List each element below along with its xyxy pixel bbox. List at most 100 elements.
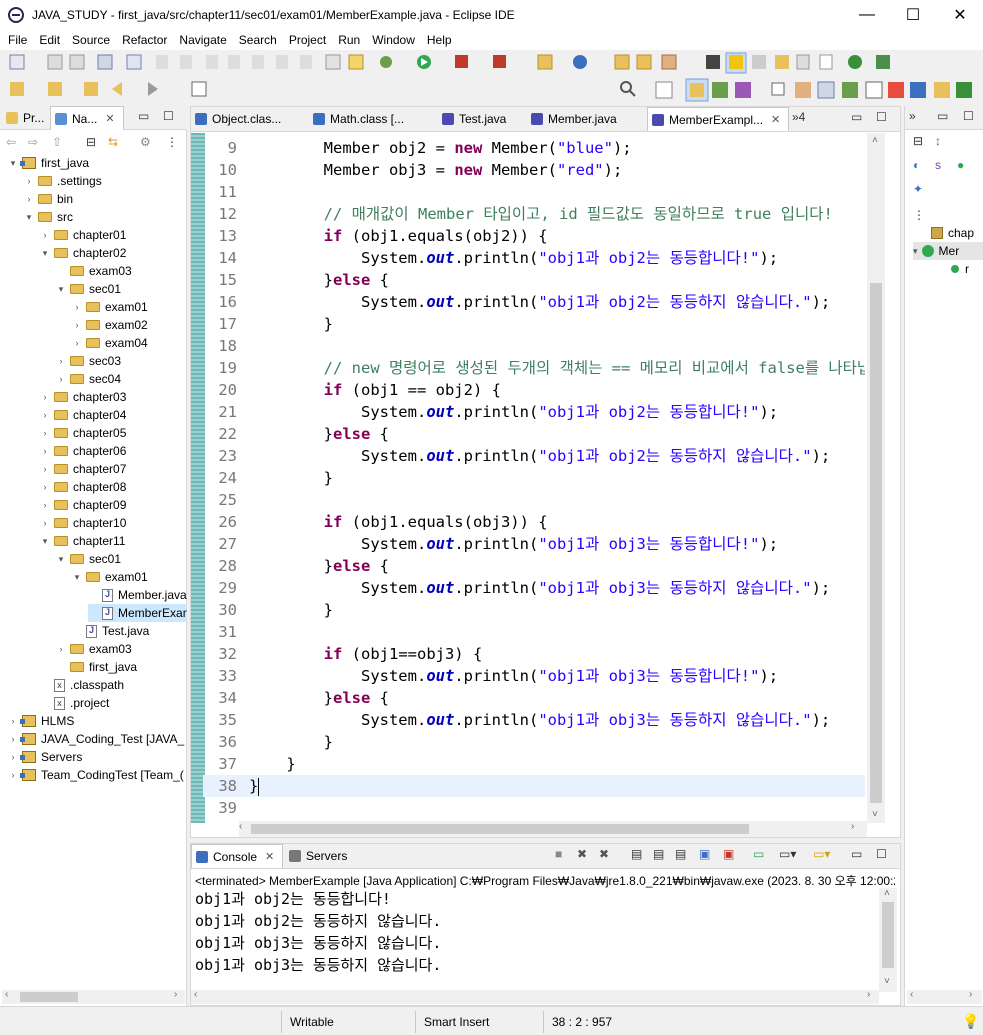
expand-toggle-icon[interactable]: › [56,374,66,384]
tree-item[interactable]: ▾ chapter11 [40,532,126,550]
tree-item[interactable]: Test.java [72,622,149,640]
tree-item[interactable]: › chapter08 [40,478,127,496]
maximize-button[interactable]: ☐ [890,0,936,30]
expand-toggle-icon[interactable]: ▾ [40,248,50,258]
tree-item[interactable]: x .project [40,694,109,712]
menu-search[interactable]: Search [233,33,283,47]
expand-toggle-icon[interactable]: › [72,320,82,330]
minimize-outline-icon[interactable]: ▭ [937,109,948,123]
more-views-icon[interactable]: » [909,109,916,123]
outline-hscrollbar[interactable]: ‹ › [907,989,982,1004]
expand-toggle-icon[interactable]: › [40,446,50,456]
scroll-thumb[interactable] [251,824,749,834]
back-icon[interactable]: ⇦ [6,135,16,149]
scroll-left-icon[interactable]: ‹ [910,989,913,1000]
remove-launch-icon[interactable]: ✖ [577,847,587,861]
expand-toggle-icon[interactable]: › [8,734,18,744]
tree-item[interactable]: › HLMS [8,712,75,730]
expand-toggle-icon[interactable]: › [40,500,50,510]
scroll-up-icon[interactable]: ˄ [872,135,878,146]
console-hscrollbar[interactable]: ‹ › [191,989,879,1004]
tree-item[interactable]: › exam01 [72,298,148,316]
tree-item[interactable]: › chapter04 [40,406,127,424]
expand-toggle-icon[interactable]: › [72,302,82,312]
status-cursor-position[interactable]: 38 : 2 : 957 [543,1011,663,1033]
code-line[interactable]: 18 [203,335,865,357]
code-line[interactable]: 39 [203,797,865,819]
menu-edit[interactable]: Edit [33,33,66,47]
editor-tab[interactable]: Member.java [527,107,645,131]
maximize-editor-icon[interactable]: ☐ [876,110,887,124]
sort-icon[interactable]: ↕ [935,134,941,148]
tree-item[interactable]: ▾ exam01 [72,568,148,586]
tree-item[interactable]: › Servers [8,748,83,766]
menu-source[interactable]: Source [66,33,116,47]
tree-item[interactable]: › bin [24,190,74,208]
tree-item[interactable]: x .classpath [40,676,124,694]
expand-toggle-icon[interactable]: › [56,644,66,654]
code-line[interactable]: 21 System.out.println("obj1과 obj2는 동등합니다… [203,401,865,423]
code-line[interactable]: 27 System.out.println("obj1과 obj3는 동등합니다… [203,533,865,555]
tree-item[interactable]: ▾ sec01 [56,280,121,298]
pin-console-icon[interactable]: ▭ [753,847,764,861]
show-on-error-icon[interactable]: ▣ [723,847,734,861]
minimize-console-icon[interactable]: ▭ [851,847,862,861]
scroll-left-icon[interactable]: ‹ [239,821,242,832]
tree-item[interactable]: ▾ chapter02 [40,244,127,262]
code-line[interactable]: 16 System.out.println("obj1과 obj2는 동등하지 … [203,291,865,313]
expand-toggle-icon[interactable]: › [8,716,18,726]
hide-local-types-icon[interactable]: ✦ [913,182,923,196]
tree-item[interactable]: ▾ first_java [8,154,89,172]
link-editor-icon[interactable]: ⇆ [108,135,118,149]
tab-navigator[interactable]: Na... ✕ [50,106,124,130]
editor-tab[interactable]: Test.java [438,107,525,131]
expand-toggle-icon[interactable]: › [8,770,18,780]
code-line[interactable]: 9 Member obj2 = new Member("blue"); [203,137,865,159]
tab-project-explorer[interactable]: Pr... [2,106,48,130]
tree-item[interactable]: exam03 [56,262,132,280]
code-line[interactable]: 37 } [203,753,865,775]
menu-refactor[interactable]: Refactor [116,33,173,47]
code-line[interactable]: 36 } [203,731,865,753]
tree-item[interactable]: › Team_CodingTest [Team_( [8,766,184,784]
hide-static-icon[interactable]: s [935,158,941,172]
maximize-view-icon[interactable]: ☐ [163,109,174,123]
minimize-editor-icon[interactable]: ▭ [851,110,862,124]
expand-toggle-icon[interactable]: › [8,752,18,762]
menu-file[interactable]: File [2,33,33,47]
code-line[interactable]: 19 // new 명령어로 생성된 두개의 객체는 == 메모리 비교에서 f… [203,357,865,379]
hide-fields-icon[interactable]: ◐ [913,158,920,172]
open-console-icon[interactable]: ▭▾ [813,847,830,861]
scroll-left-icon[interactable]: ‹ [194,989,197,1000]
scroll-right-icon[interactable]: › [969,989,972,1000]
code-line[interactable]: 15 }else { [203,269,865,291]
tree-item[interactable]: MemberExample.java [88,604,187,622]
remove-all-icon[interactable]: ✖ [599,847,609,861]
expand-toggle-icon[interactable]: ▾ [72,572,82,582]
console-vscrollbar[interactable]: ˄ ˅ [879,888,897,992]
expand-toggle-icon[interactable]: › [40,392,50,402]
code-line[interactable]: 10 Member obj3 = new Member("red"); [203,159,865,181]
scroll-lock-icon[interactable]: ▤ [653,847,664,861]
code-line[interactable]: 38} [203,775,865,797]
code-line[interactable]: 28 }else { [203,555,865,577]
code-line[interactable]: 24 } [203,467,865,489]
up-icon[interactable]: ⇧ [52,135,62,149]
menu-run[interactable]: Run [332,33,366,47]
expand-toggle-icon[interactable]: › [72,338,82,348]
code-line[interactable]: 25 [203,489,865,511]
editor-vscrollbar[interactable]: ˄ ˅ [867,133,885,823]
expand-toggle-icon[interactable]: › [40,464,50,474]
code-line[interactable]: 26 if (obj1.equals(obj3)) { [203,511,865,533]
code-line[interactable]: 30 } [203,599,865,621]
expand-toggle-icon[interactable]: › [56,356,66,366]
view-menu-icon[interactable]: ⋮ [166,135,178,149]
outline-menu-icon[interactable]: ⋮ [913,208,925,222]
scroll-thumb[interactable] [870,283,882,803]
tree-item[interactable]: › sec03 [56,352,122,370]
tree-item[interactable]: › sec04 [56,370,122,388]
tab-console[interactable]: Console ✕ [191,844,283,868]
scroll-right-icon[interactable]: › [867,989,870,1000]
show-on-output-icon[interactable]: ▣ [699,847,710,861]
tree-item[interactable]: › chapter06 [40,442,127,460]
